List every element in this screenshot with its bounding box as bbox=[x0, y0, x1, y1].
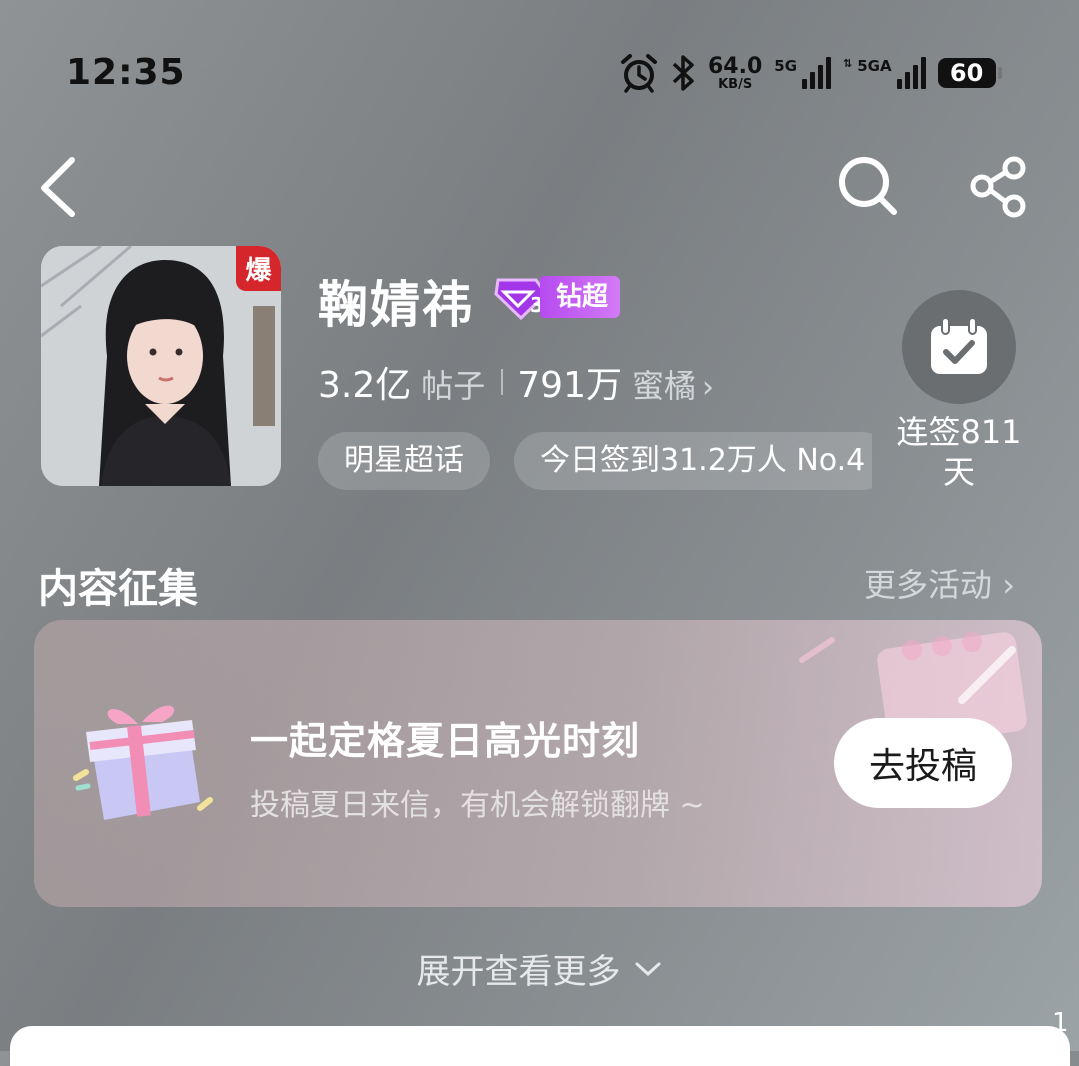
network-speed-unit: KB/S bbox=[718, 76, 753, 92]
sim2-label: 5GA bbox=[857, 57, 892, 75]
status-time: 12:35 bbox=[66, 52, 186, 93]
stats-divider bbox=[501, 369, 504, 395]
topic-name: 鞠婧祎 bbox=[318, 276, 474, 334]
search-button[interactable] bbox=[832, 150, 904, 222]
expand-more-button[interactable]: 展开查看更多 bbox=[0, 944, 1079, 993]
chevron-right-icon: › bbox=[1002, 566, 1015, 604]
topic-stats: 3.2亿 帖子 791万 蜜橘 › bbox=[318, 356, 714, 408]
alarm-icon bbox=[621, 54, 657, 93]
share-button[interactable] bbox=[964, 152, 1036, 224]
signin-button[interactable] bbox=[902, 290, 1016, 404]
search-icon bbox=[839, 157, 897, 215]
posts-label: 帖子 bbox=[421, 367, 486, 405]
network-speed-value: 64.0 bbox=[708, 53, 763, 79]
campaign-title: 一起定格夏日高光时刻 bbox=[250, 719, 641, 763]
topic-tags: 明星超话 今日签到31.2万人 No.4 bbox=[318, 432, 872, 490]
fans-label: 蜜橘 bbox=[632, 367, 697, 405]
section-title: 内容征集 bbox=[38, 566, 198, 612]
fans-link[interactable]: 791万 蜜橘 › bbox=[517, 356, 714, 408]
level-badge[interactable]: 3 钻超 bbox=[492, 274, 621, 320]
share-icon bbox=[970, 156, 1026, 218]
fans-count: 791万 bbox=[517, 365, 622, 406]
tag-category[interactable]: 明星超话 bbox=[318, 432, 490, 490]
back-button[interactable] bbox=[30, 150, 90, 222]
bottom-sheet bbox=[10, 1026, 1070, 1066]
hot-badge: 爆 bbox=[236, 246, 281, 291]
submit-button[interactable]: 去投稿 bbox=[834, 718, 1012, 808]
sim1-label: 5G bbox=[774, 57, 798, 75]
level-badge-label: 钻超 bbox=[540, 276, 621, 318]
posts-count: 3.2亿 bbox=[318, 365, 412, 406]
tag-checkin-rank[interactable]: 今日签到31.2万人 No.4 bbox=[514, 432, 872, 490]
campaign-subtitle: 投稿夏日来信，有机会解锁翻牌 ~ bbox=[250, 788, 705, 823]
gift-box-icon bbox=[73, 705, 213, 820]
signal-icon: 5G bbox=[774, 57, 832, 89]
more-activities-label: 更多活动 bbox=[864, 566, 993, 604]
bluetooth-icon bbox=[672, 55, 694, 91]
chevron-down-icon bbox=[635, 962, 660, 976]
expand-more-label: 展开查看更多 bbox=[416, 952, 621, 992]
chevron-right-icon: › bbox=[702, 370, 715, 405]
bottom-number: 1 bbox=[1052, 1008, 1069, 1038]
status-icons: 64.0 KB/S 5G ⇅ 5GA 60 bbox=[620, 50, 1002, 96]
battery-icon: 60 bbox=[937, 58, 1002, 88]
back-icon bbox=[41, 157, 75, 217]
signal-icon-2: ⇅ 5GA bbox=[843, 57, 926, 89]
signin-streak: 连签811天 bbox=[896, 413, 1022, 491]
calendar-check-icon bbox=[931, 317, 987, 374]
network-speed: 64.0 KB/S bbox=[708, 53, 763, 92]
more-activities-link[interactable]: 更多活动 › bbox=[864, 560, 1015, 606]
